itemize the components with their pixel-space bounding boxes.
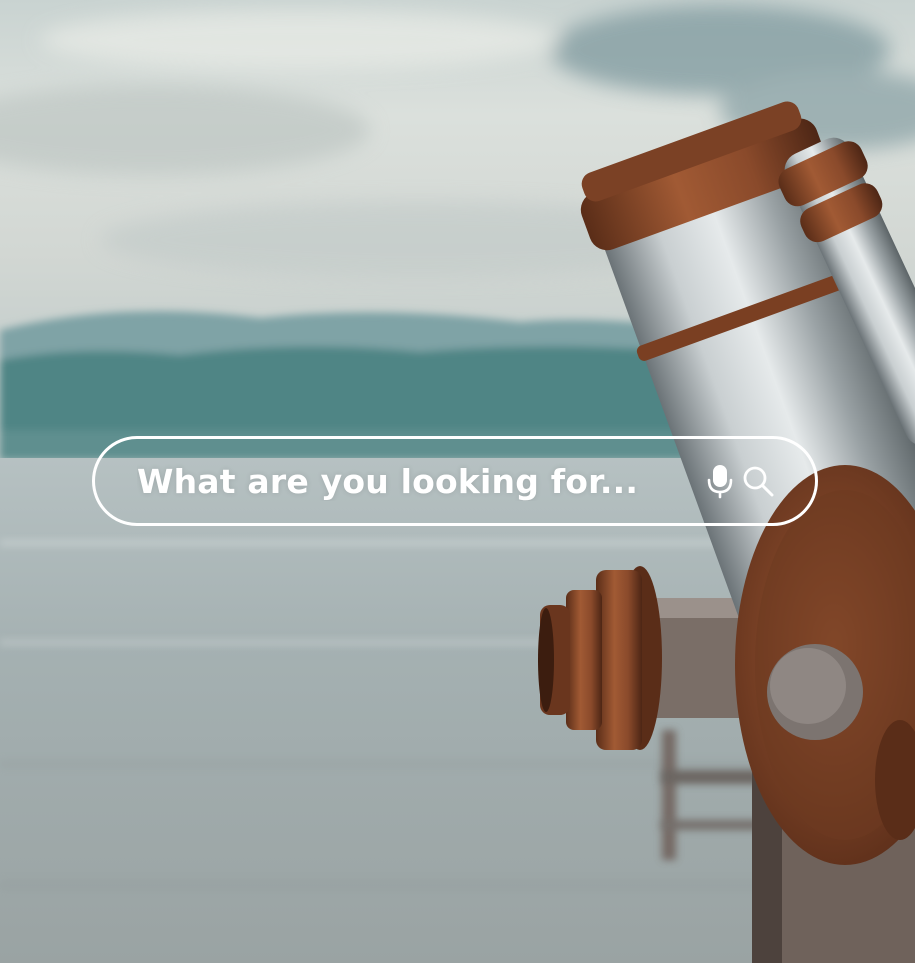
search-bar[interactable]: What are you looking for... — [92, 436, 818, 526]
search-icon[interactable] — [739, 460, 777, 502]
microphone-icon[interactable] — [701, 460, 739, 502]
search-input[interactable]: What are you looking for... — [137, 462, 701, 501]
hero-scene: What are you looking for... — [0, 0, 915, 963]
